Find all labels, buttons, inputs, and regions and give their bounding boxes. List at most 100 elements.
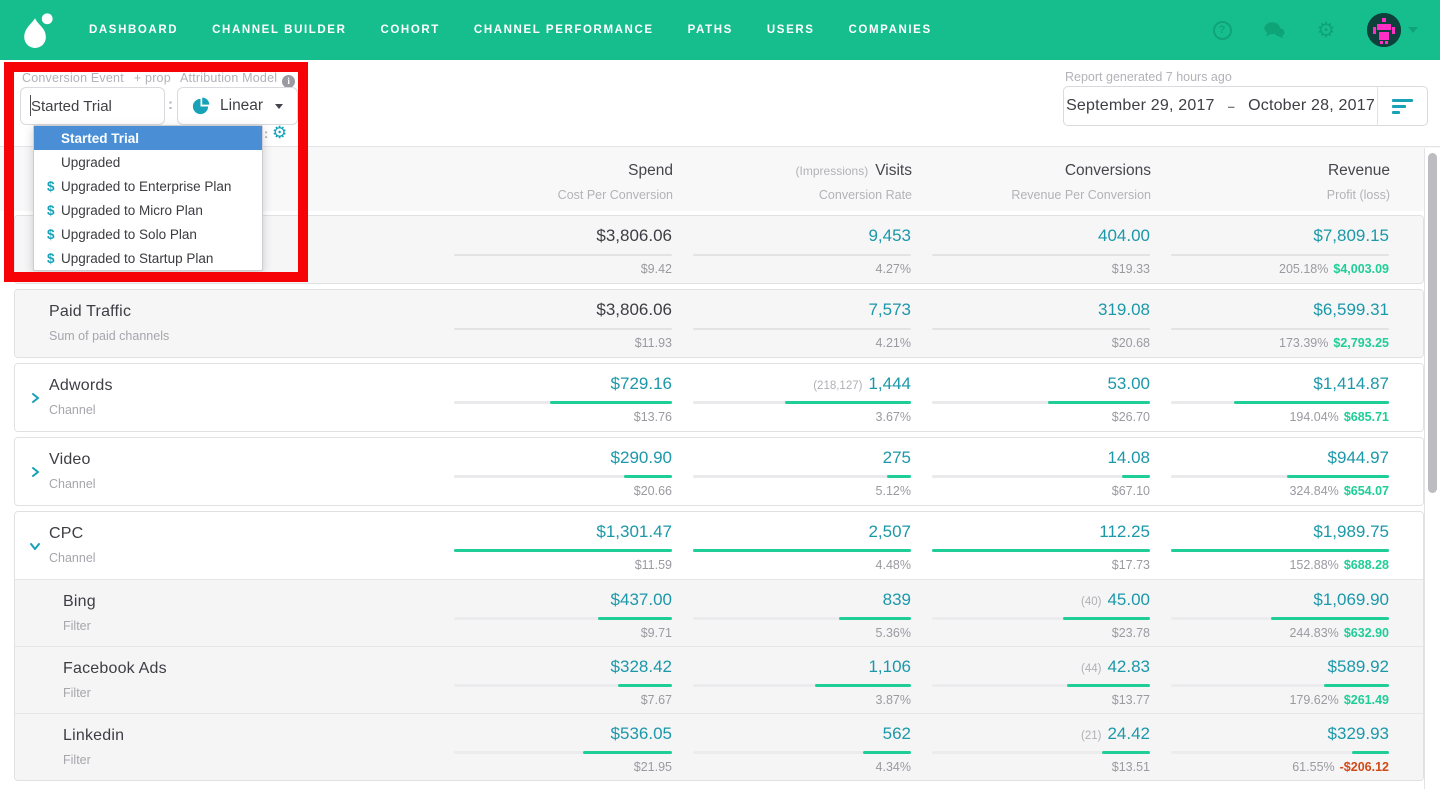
cell-spend: $1,301.47 $11.59 (454, 512, 672, 579)
metric-bar (693, 751, 911, 754)
date-filter-icon[interactable] (1377, 87, 1427, 125)
attribution-model-value: Linear (220, 97, 264, 114)
table-row-facebook-ads[interactable]: Facebook Ads Filter $328.42 $7.67 1,106 3.87%… (15, 646, 1423, 713)
separator-colon: : (168, 96, 173, 113)
app-logo-icon[interactable] (22, 9, 58, 51)
help-icon[interactable]: ? (1211, 19, 1233, 41)
profit-value: $4,003.09 (1333, 262, 1389, 276)
date-range-picker[interactable]: September 29, 2017 – October 28, 2017 (1063, 86, 1428, 126)
metric-value: $328.42 (610, 657, 672, 676)
metric-prefix: (40) (1081, 596, 1102, 608)
chevron-right-icon[interactable] (29, 391, 41, 409)
metric-subvalue: $13.76 (633, 410, 672, 424)
metric-subvalue: $21.95 (633, 760, 672, 774)
conversion-event-label: Conversion Event + prop (22, 71, 171, 85)
dropdown-option-upgraded-to-enterprise-plan[interactable]: $ Upgraded to Enterprise Plan (34, 174, 262, 198)
table-row-cpc[interactable]: CPC Channel $1,301.47 $11.59 2,507 4.48% 112.2… (15, 512, 1423, 579)
row-subtitle: Filter (63, 686, 91, 700)
caret-down-icon (1408, 27, 1418, 33)
metric-underline (454, 328, 672, 330)
metric-value: $3,806.06 (596, 226, 672, 245)
metric-bar (454, 475, 672, 478)
metric-bar (454, 549, 672, 552)
conversion-event-input[interactable] (20, 87, 165, 125)
metric-underline (1171, 254, 1389, 256)
cell-revenue: $1,989.75 152.88% $688.28 (1171, 512, 1389, 579)
table-row-bing[interactable]: Bing Filter $437.00 $9.71 839 5.36% (40) 45.00 $… (15, 579, 1423, 646)
dropdown-option-started-trial[interactable]: Started Trial (34, 126, 262, 150)
cell-visits: 9,453 4.27% (693, 216, 911, 283)
conversion-event-dropdown-menu: Started Trial Upgraded $ Upgraded to Enterp… (33, 125, 263, 271)
nav-item-users[interactable]: USERS (750, 24, 832, 36)
nav-item-channel-performance[interactable]: CHANNEL PERFORMANCE (457, 24, 671, 36)
add-prop-button[interactable]: + prop (134, 71, 171, 85)
table-row-paid-traffic: Paid Traffic Sum of paid channels $3,806.0… (15, 290, 1423, 357)
nav-item-channel-builder[interactable]: CHANNEL BUILDER (195, 24, 363, 36)
row-title: Linkedin (63, 727, 125, 744)
metric-value: $6,599.31 (1313, 300, 1389, 319)
cell-spend: $328.42 $7.67 (454, 647, 672, 713)
nav-item-companies[interactable]: COMPANIES (832, 24, 949, 36)
row-subtitle: Channel (49, 551, 96, 565)
row-subtitle: Channel (49, 477, 96, 491)
nav-item-paths[interactable]: PATHS (671, 24, 750, 36)
metric-bar (1171, 549, 1389, 552)
date-start: September 29, 2017 (1066, 97, 1215, 114)
metric-subvalue: 4.48% (875, 558, 911, 572)
nav-item-dashboard[interactable]: DASHBOARD (72, 24, 195, 36)
chevron-right-icon[interactable] (29, 465, 41, 483)
scrollbar-thumb[interactable] (1428, 153, 1437, 493)
metric-bar-fill (784, 401, 911, 404)
column-settings-gear-icon[interactable]: ⚙ (272, 124, 287, 141)
dropdown-option-upgraded-to-micro-plan[interactable]: $ Upgraded to Micro Plan (34, 198, 262, 222)
metric-underline (932, 328, 1150, 330)
chevron-down-icon[interactable] (29, 539, 41, 557)
dropdown-option-upgraded[interactable]: Upgraded (34, 150, 262, 174)
cell-visits: 2,507 4.48% (693, 512, 911, 579)
metric-value: (40) 45.00 (1081, 590, 1150, 609)
metric-bar (932, 549, 1150, 552)
table-row-video[interactable]: Video Channel $290.90 $20.66 275 5.12% 14.08 $6… (15, 438, 1423, 505)
user-menu[interactable] (1367, 13, 1418, 47)
settings-gear-icon[interactable]: ⚙ (1315, 19, 1337, 41)
chat-icon[interactable] (1263, 19, 1285, 41)
metric-subvalue: $23.78 (1111, 626, 1150, 640)
table-card: CPC Channel $1,301.47 $11.59 2,507 4.48% 112.2… (14, 511, 1424, 781)
metric-prefix: (21) (1081, 730, 1102, 742)
cell-conversions: 404.00 $19.33 (932, 216, 1150, 283)
cell-visits: 1,106 3.87% (693, 647, 911, 713)
metric-subvalue: $9.42 (640, 262, 672, 276)
row-subtitle: Filter (63, 619, 91, 633)
dropdown-option-upgraded-to-solo-plan[interactable]: $ Upgraded to Solo Plan (34, 222, 262, 246)
header-col-title: Spend (628, 162, 673, 179)
header-col-spend: Spend Cost Per Conversion (413, 162, 673, 202)
cell-conversions: 112.25 $17.73 (932, 512, 1150, 579)
table-row-adwords[interactable]: Adwords Channel $729.16 $13.76 (218,127) 1,44… (15, 364, 1423, 431)
scrollbar-track[interactable] (1424, 148, 1440, 789)
metric-bar (454, 617, 672, 620)
metric-subvalue: 5.12% (875, 484, 911, 498)
cell-visits: 275 5.12% (693, 438, 911, 505)
dropdown-option-label: Upgraded to Micro Plan (61, 202, 203, 218)
metric-subvalue: 5.36% (875, 626, 911, 640)
header-col-revenue: Revenue Profit (loss) (1130, 162, 1390, 202)
profit-value: -$206.12 (1339, 760, 1389, 774)
metric-value: 1,106 (868, 657, 911, 676)
metric-value: 14.08 (1107, 448, 1150, 467)
caret-down-icon (275, 103, 284, 109)
metric-value: $290.90 (610, 448, 672, 467)
dropdown-option-label: Upgraded (61, 154, 121, 170)
metric-subvalue: 324.84% $654.07 (1289, 484, 1389, 498)
date-separator: – (1227, 98, 1236, 114)
table-card: Adwords Channel $729.16 $13.76 (218,127) 1,44… (14, 363, 1424, 432)
metric-bar-fill (549, 401, 672, 404)
nav-item-cohort[interactable]: COHORT (363, 24, 456, 36)
table-row-linkedin[interactable]: Linkedin Filter $536.05 $21.95 562 4.34% (21) 2… (15, 713, 1423, 780)
metric-bar-fill (815, 684, 911, 687)
dropdown-option-upgraded-to-startup-plan[interactable]: $ Upgraded to Startup Plan (34, 246, 262, 270)
metric-value: $536.05 (610, 724, 672, 743)
dollar-icon: $ (47, 178, 55, 194)
attribution-model-dropdown[interactable]: Linear (177, 87, 298, 125)
pie-chart-icon (192, 97, 210, 114)
metric-bar-fill (1323, 684, 1389, 687)
